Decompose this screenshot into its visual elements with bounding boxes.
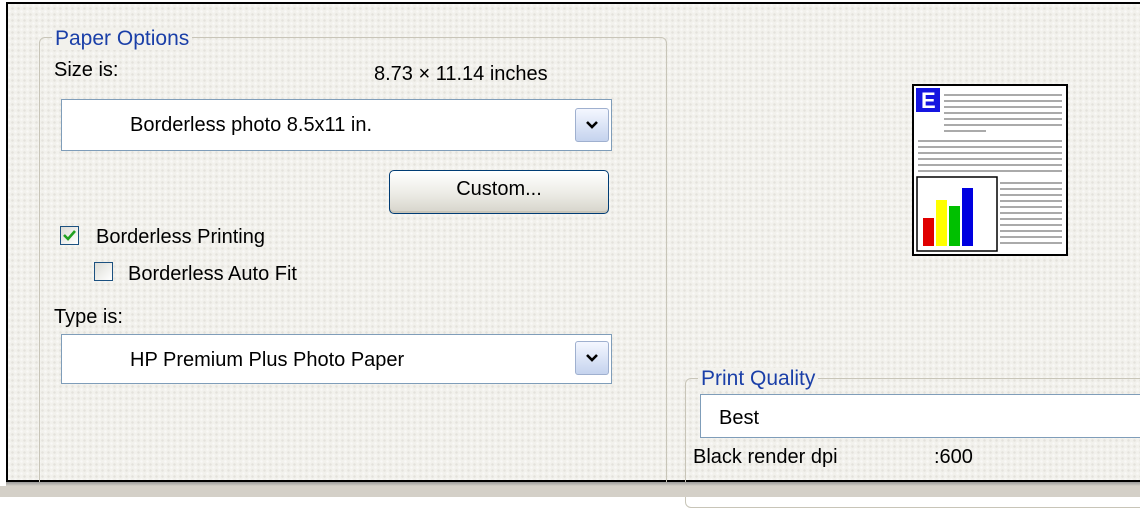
paper-type-value: HP Premium Plus Photo Paper [130,349,405,371]
borderless-printing-label[interactable]: Borderless Printing [96,226,265,248]
size-label: Size is: [54,59,119,81]
borderless-printing-checkbox[interactable] [60,226,79,245]
type-label: Type is: [54,306,123,328]
borderless-auto-fit-checkbox[interactable] [94,262,113,281]
paper-type-select[interactable]: HP Premium Plus Photo Paper [61,334,612,384]
chevron-down-icon [586,354,598,362]
black-render-dpi-value: :600 [934,446,973,468]
borderless-auto-fit-label[interactable]: Borderless Auto Fit [128,263,297,285]
preview-bar [936,200,947,246]
preview-bar [923,218,934,246]
paper-size-value: Borderless photo 8.5x11 in. [130,114,373,136]
black-render-dpi-label: Black render dpi [693,446,838,468]
paper-type-dropdown-button[interactable] [575,341,609,375]
preview-bar [949,206,960,246]
paper-size-dropdown-button[interactable] [575,108,609,142]
print-quality-select[interactable]: Best [700,394,1140,438]
preview-bar [962,188,973,246]
custom-button[interactable]: Custom... [389,170,609,214]
page-preview: E [912,84,1068,256]
paper-size-select[interactable]: Borderless photo 8.5x11 in. [61,99,612,151]
size-dimensions: 8.73 × 11.14 inches [374,63,548,85]
checkmark-icon [63,230,76,241]
preview-letter: E [921,88,936,113]
print-quality-value: Best [719,407,760,429]
chevron-down-icon [586,121,598,129]
paper-options-title: Paper Options [52,28,193,50]
page-preview-graphic: E [916,88,1062,252]
print-quality-title: Print Quality [698,368,819,390]
window-bottom-edge [0,486,1140,497]
dialog-panel: Paper Options Size is: 8.73 × 11.14 inch… [6,2,1140,508]
